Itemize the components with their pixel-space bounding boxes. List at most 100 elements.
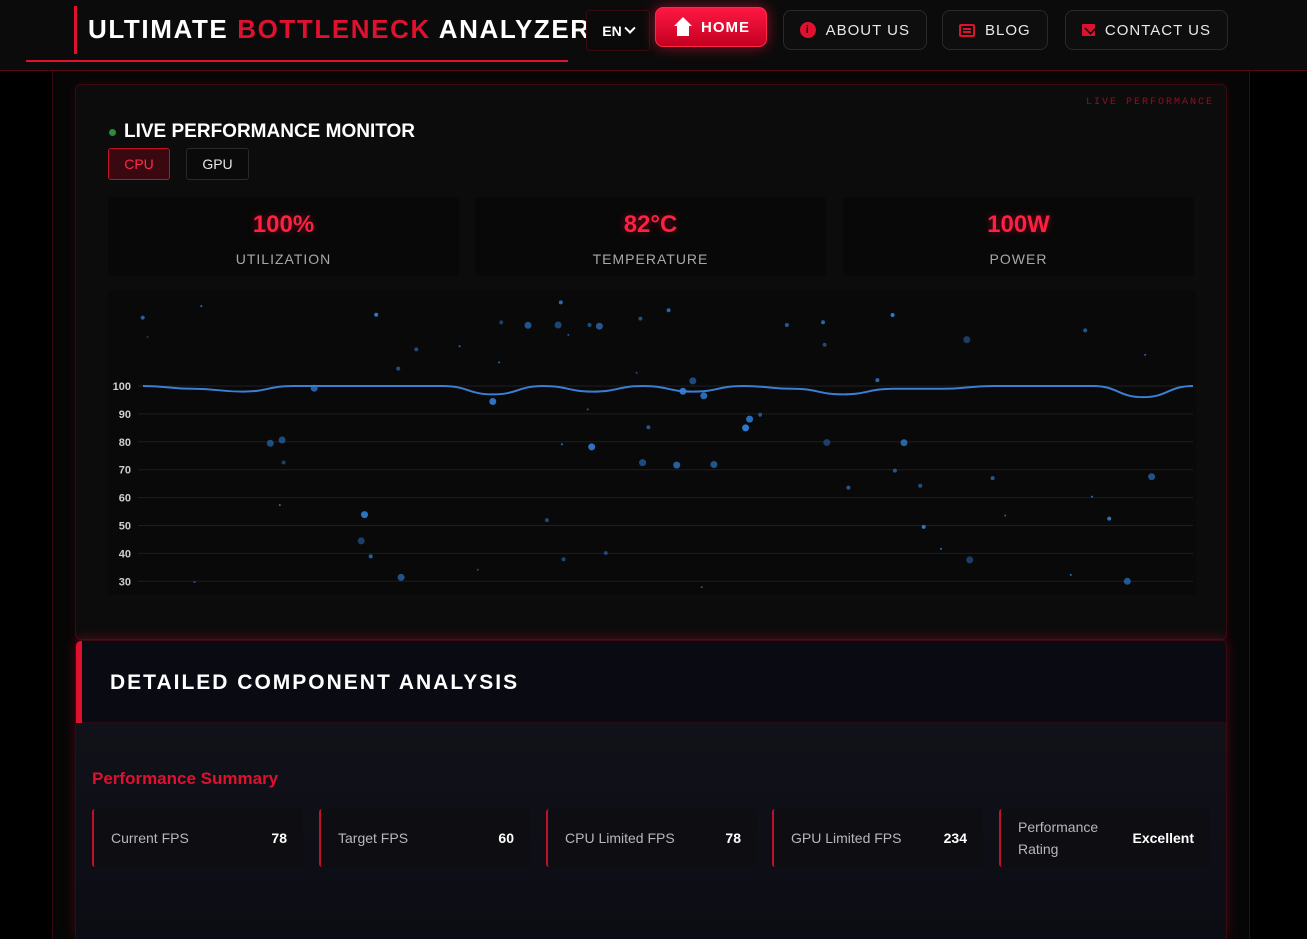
performance-summary-title: Performance Summary: [92, 769, 279, 788]
live-status-dot-icon: [109, 128, 116, 136]
chart-particle: [561, 557, 566, 562]
performance-monitor-card: LIVE PERFORMANCE LIVE PERFORMANCE MONITO…: [75, 84, 1227, 640]
chart-particle: [784, 323, 789, 327]
metric-cpu-limited-fps: CPU Limited FPS 78: [546, 809, 757, 867]
utilization-chart: 1009080706050403020100: [108, 290, 1196, 595]
chart-particle: [361, 511, 368, 519]
brand[interactable]: ULTIMATE BOTTLENECK ANALYZER: [26, 6, 589, 62]
chart-particle: [397, 573, 405, 581]
tab-gpu[interactable]: GPU: [186, 148, 249, 180]
metric-label: Target FPS: [338, 830, 409, 846]
chart-particle: [742, 424, 750, 432]
chart-y-tick-label: 40: [119, 548, 131, 560]
stat-label: TEMPERATURE: [592, 251, 709, 267]
chart-particle: [558, 300, 563, 305]
chart-particle: [966, 556, 974, 564]
chart-particle: [846, 485, 851, 490]
metric-value: 78: [725, 830, 741, 846]
chart-y-tick-label: 70: [119, 465, 131, 477]
stat-temperature: 82°C TEMPERATURE: [475, 197, 826, 276]
stat-utilization: 100% UTILIZATION: [108, 197, 459, 276]
stat-value: 82°C: [623, 211, 678, 238]
chart-y-tick-label: 50: [119, 521, 131, 533]
language-select[interactable]: EN: [586, 10, 650, 51]
chart-particle: [357, 537, 365, 545]
chart-particle: [587, 323, 592, 327]
monitor-title-text: LIVE PERFORMANCE MONITOR: [124, 121, 415, 142]
chart-particle: [700, 586, 703, 589]
chart-particle: [918, 483, 923, 488]
chart-particle: [821, 320, 825, 325]
metric-performance-rating: Performance Rating Excellent: [999, 809, 1210, 867]
chart-particle: [700, 392, 708, 400]
chart-particle: [374, 312, 379, 317]
chart-particle: [603, 551, 608, 555]
chart-particle: [1107, 516, 1112, 521]
metric-label: Current FPS: [111, 830, 189, 846]
chart-particle: [666, 308, 671, 313]
chart-particle: [900, 439, 908, 447]
analysis-title: DETAILED COMPONENT ANALYSIS: [110, 671, 520, 694]
chart-particle: [146, 335, 149, 338]
metric-value: 60: [498, 830, 514, 846]
chart-particle: [822, 342, 827, 347]
chart-particle: [489, 398, 497, 405]
chart-particle: [940, 547, 942, 550]
chart-particle: [414, 347, 419, 352]
metric-value: Excellent: [1132, 830, 1194, 846]
metric-value: 78: [271, 830, 287, 846]
chart-particle: [140, 315, 145, 320]
info-icon: i: [800, 22, 816, 38]
newspaper-icon: [959, 23, 975, 37]
nav-blog-label: BLOG: [985, 21, 1031, 39]
chart-y-tick-label: 60: [119, 493, 131, 505]
metric-label: Performance Rating: [1018, 819, 1099, 857]
chart-y-tick-label: 100: [113, 381, 131, 393]
chart-particle: [1004, 514, 1007, 517]
nav-about-button[interactable]: i ABOUT US: [783, 10, 927, 50]
chart-particle: [758, 412, 763, 417]
chart-series-line: [142, 384, 1194, 399]
chart-particle: [875, 378, 880, 383]
language-label: EN: [602, 22, 622, 39]
chart-particle: [560, 443, 563, 446]
chart-particle: [1069, 573, 1072, 576]
metric-label: CPU Limited FPS: [565, 830, 675, 846]
chart-particle: [1144, 353, 1147, 356]
chart-particle: [554, 321, 562, 329]
nav-home-label: HOME: [701, 18, 750, 36]
chart-particle: [1148, 473, 1156, 481]
chart-particle: [963, 336, 971, 344]
stat-label: UTILIZATION: [235, 251, 332, 267]
live-performance-tag: LIVE PERFORMANCE: [1085, 97, 1214, 108]
nav-contact-label: CONTACT US: [1104, 21, 1211, 39]
nav-contact-button[interactable]: CONTACT US: [1065, 10, 1228, 50]
chart-particle: [499, 320, 504, 325]
stat-label: POWER: [989, 251, 1048, 267]
home-icon: [672, 17, 692, 37]
chart-particle: [746, 415, 754, 423]
chart-particle: [200, 305, 203, 308]
chart-particle: [990, 476, 995, 481]
chart-particle: [586, 408, 589, 411]
metric-label: GPU Limited FPS: [791, 830, 902, 846]
site-title: ULTIMATE BOTTLENECK ANALYZER: [88, 14, 591, 44]
chart-y-tick-label: 80: [119, 437, 131, 449]
nav-home-button[interactable]: HOME: [655, 7, 767, 47]
chart-particle: [498, 361, 501, 364]
nav-blog-button[interactable]: BLOG: [942, 10, 1048, 50]
chart-particle: [1090, 495, 1093, 498]
chart-particle: [646, 425, 651, 430]
metric-target-fps: Target FPS 60: [319, 809, 530, 867]
chart-particle: [266, 439, 274, 447]
chart-particle: [673, 461, 681, 469]
analysis-body: Performance Summary Current FPS 78 Targe…: [76, 723, 1226, 939]
chart-y-tick-label: 30: [119, 576, 131, 588]
chart-particle: [544, 518, 549, 523]
chart-particle: [193, 581, 196, 584]
chart-particle: [890, 313, 895, 317]
chart-particle: [524, 321, 532, 329]
chart-particle: [823, 439, 831, 446]
tab-cpu[interactable]: CPU: [108, 148, 170, 180]
stat-value: 100%: [252, 211, 315, 238]
